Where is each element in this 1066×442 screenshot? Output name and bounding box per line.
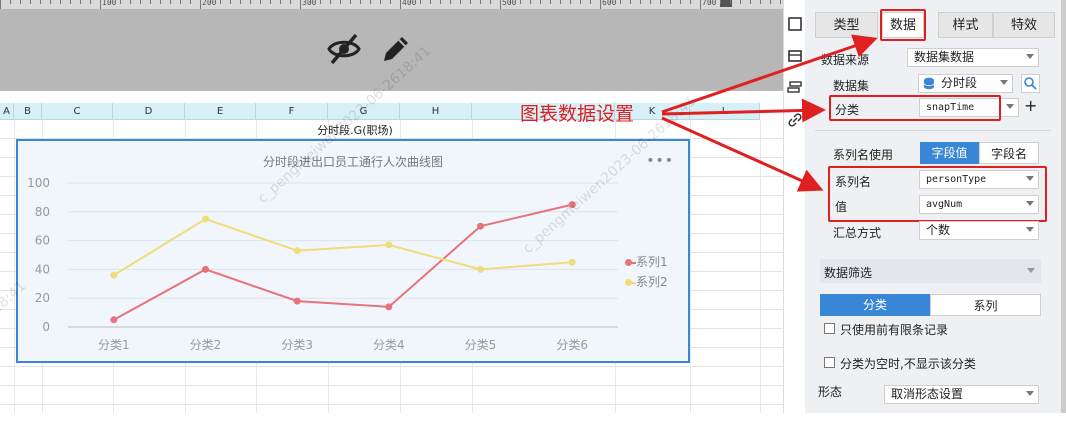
series-line-2	[113, 217, 573, 277]
filter-tab-category[interactable]: 分类	[820, 294, 930, 316]
hide-empty-label: 分类为空时,不显示该分类	[840, 357, 976, 371]
y-tick-label: 60	[35, 234, 50, 248]
chevron-down-icon	[1026, 54, 1034, 59]
legend-label: 系列2	[636, 275, 668, 289]
dataset-select[interactable]: 分时段	[918, 74, 1013, 93]
column-header-e[interactable]: E	[185, 103, 256, 120]
highlight-series	[828, 166, 1047, 222]
series-point	[202, 265, 209, 273]
cell-title[interactable]: 分时段.G(职场)	[310, 122, 400, 138]
data-filter-label: 数据筛选	[824, 266, 873, 280]
y-tick-label: 100	[27, 176, 50, 190]
column-header-d[interactable]: D	[113, 103, 185, 120]
ruler-label: 400	[402, 0, 417, 7]
chevron-down-icon	[1026, 227, 1034, 232]
series-point	[385, 241, 393, 249]
tab-style[interactable]: 样式	[938, 12, 993, 38]
y-tick-label: 0	[42, 320, 50, 334]
ruler-label: 600	[602, 0, 617, 7]
legend-item-1[interactable]: 系列1	[625, 253, 668, 270]
x-tick-label: 分类1	[98, 338, 130, 352]
series-point	[110, 316, 118, 324]
tab-type[interactable]: 类型	[815, 12, 878, 38]
series-point	[110, 271, 118, 279]
legend-label: 系列1	[636, 255, 668, 269]
ruler-label: 300	[302, 0, 317, 7]
series-point	[568, 201, 576, 209]
column-header-l[interactable]: L	[690, 103, 760, 120]
chevron-down-icon	[1026, 391, 1034, 396]
column-header-c[interactable]: C	[42, 103, 113, 120]
database-icon	[923, 77, 935, 90]
legend-item-2[interactable]: 系列2	[625, 273, 668, 290]
tab-effects[interactable]: 特效	[993, 12, 1055, 38]
x-tick-label: 分类6	[556, 338, 588, 352]
only-limited-label: 只使用前有限条记录	[840, 323, 949, 337]
shape-label: 形态	[818, 385, 843, 399]
series-point	[293, 297, 301, 305]
x-tick-label: 分类4	[373, 338, 405, 352]
filter-tab-series[interactable]: 系列	[930, 294, 1041, 316]
x-tick-label: 分类3	[281, 338, 313, 352]
ruler-label: 700	[702, 0, 717, 7]
ruler-label: 500	[502, 0, 517, 7]
hide-empty-checkbox[interactable]	[824, 357, 835, 368]
series-name-use-field-name[interactable]: 字段名	[979, 142, 1039, 164]
cell-attribute-icon[interactable]	[787, 16, 803, 32]
y-tick-label: 20	[35, 291, 50, 305]
summary-label: 汇总方式	[833, 226, 882, 240]
series-line-1	[113, 203, 573, 321]
series-point	[293, 247, 301, 255]
x-tick-label: 分类2	[190, 338, 222, 352]
series-point	[202, 215, 209, 223]
chart-plot: 0 20 40 60 80 100 分类1 分类2 分类3 分类4 分类5 分类6	[27, 176, 618, 352]
column-header-a[interactable]: A	[0, 103, 14, 120]
only-limited-checkbox[interactable]	[824, 323, 835, 334]
ruler-label: 200	[202, 0, 217, 7]
chevron-down-icon	[1027, 268, 1035, 273]
chart[interactable]: 分时段进出口员工通行人次曲线图 ••• 0 20 40 60 80 100 分类1 分类2 分类…	[16, 139, 690, 363]
series-point	[477, 265, 484, 273]
highlight-data-tab	[880, 9, 926, 41]
chart-attribute-icon[interactable]	[787, 48, 803, 64]
series-name-use-label: 系列名使用	[833, 148, 894, 162]
link-icon[interactable]	[787, 112, 803, 128]
series-point	[385, 303, 393, 311]
widget-settings-icon[interactable]	[787, 80, 803, 96]
ruler-label: 100	[102, 0, 117, 7]
dataset-label: 数据集	[833, 79, 870, 93]
column-header-f[interactable]: F	[256, 103, 328, 120]
x-tick-label: 分类5	[465, 338, 497, 352]
series-point	[568, 258, 576, 266]
editor-toolbar-band	[0, 9, 783, 91]
column-header-h[interactable]: H	[400, 103, 472, 120]
summary-select[interactable]: 个数	[919, 221, 1039, 240]
vertical-toolbar	[783, 0, 806, 413]
search-icon[interactable]	[1021, 74, 1040, 93]
panel-scrollbar[interactable]	[1061, 0, 1066, 413]
column-header-g[interactable]: G	[328, 103, 400, 120]
pencil-icon[interactable]	[378, 31, 414, 67]
shape-select[interactable]: 取消形态设置	[884, 385, 1039, 404]
chevron-down-icon	[1000, 80, 1008, 85]
add-icon[interactable]: +	[1024, 96, 1037, 115]
y-tick-label: 40	[35, 262, 50, 276]
y-tick-label: 80	[35, 205, 50, 219]
data-filter-header[interactable]: 数据筛选	[820, 259, 1041, 283]
series-name-use-field-value[interactable]: 字段值	[920, 142, 979, 164]
eye-off-icon[interactable]	[326, 31, 362, 67]
highlight-category	[829, 95, 1001, 121]
chevron-down-icon	[1006, 104, 1014, 109]
data-source-select[interactable]: 数据集数据	[907, 48, 1039, 67]
data-source-label: 数据来源	[821, 53, 870, 67]
column-header-b[interactable]: B	[14, 103, 42, 120]
series-point	[477, 222, 484, 230]
annotation-text: 图表数据设置	[520, 103, 635, 125]
